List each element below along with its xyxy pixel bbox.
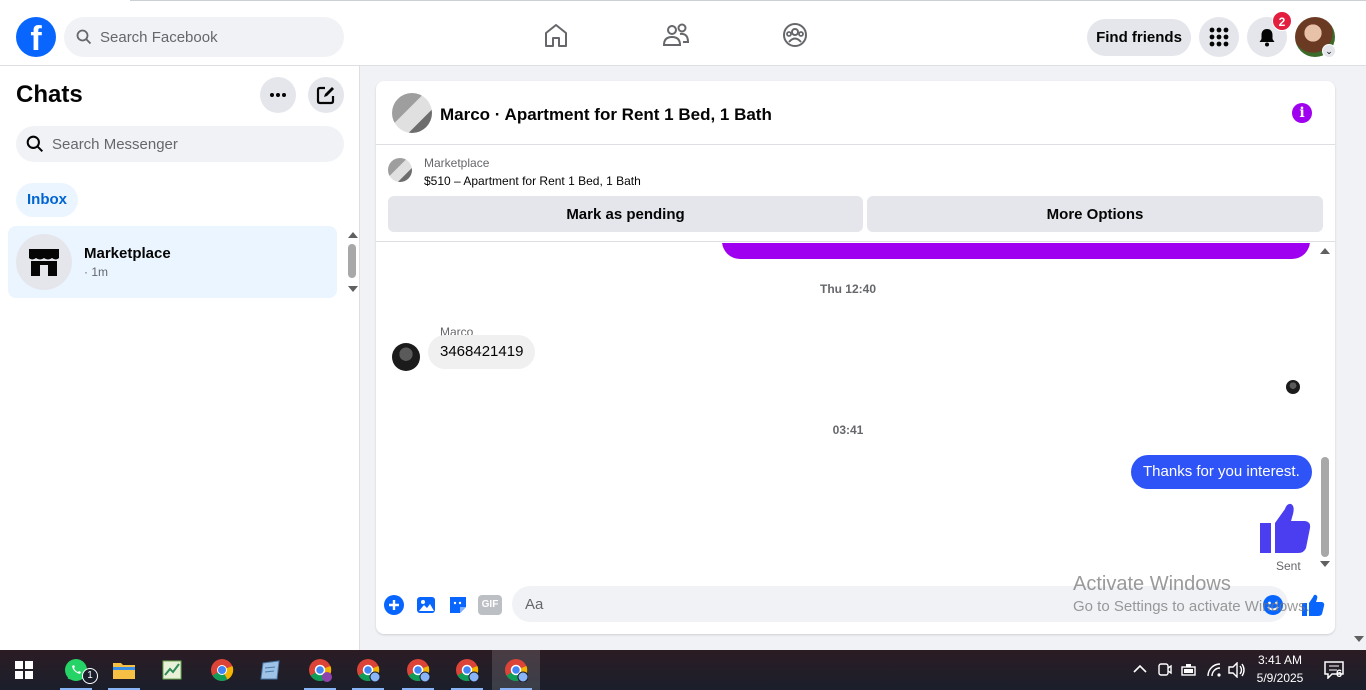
chrome-icon bbox=[407, 659, 430, 682]
home-icon[interactable] bbox=[541, 20, 571, 50]
whatsapp-unread-badge: 1 bbox=[82, 668, 98, 684]
chevron-down-icon[interactable]: ⌄ bbox=[1322, 44, 1336, 58]
messages-scrollbar[interactable] bbox=[1318, 243, 1332, 578]
activate-windows-watermark: Activate Windows Go to Settings to activ… bbox=[1073, 573, 1310, 615]
page-scrollbar[interactable] bbox=[1352, 66, 1366, 650]
find-friends-button[interactable]: Find friends bbox=[1087, 19, 1191, 56]
notes-icon bbox=[260, 660, 280, 680]
chrome-icon bbox=[456, 659, 479, 682]
taskbar-chrome[interactable] bbox=[198, 650, 246, 690]
scroll-down-arrow-icon[interactable] bbox=[1320, 561, 1330, 567]
listing-title[interactable]: $510 – Apartment for Rent 1 Bed, 1 Bath bbox=[424, 174, 641, 188]
groups-icon[interactable] bbox=[780, 20, 810, 50]
inbox-tab[interactable]: Inbox bbox=[16, 183, 78, 217]
chat-name: Marketplace bbox=[84, 245, 171, 262]
messenger-search-box[interactable] bbox=[16, 126, 344, 162]
chats-title: Chats bbox=[16, 81, 83, 108]
facebook-search-box[interactable] bbox=[64, 17, 344, 57]
chat-list-item[interactable]: Marketplace · 1m bbox=[8, 226, 337, 298]
scroll-up-arrow-icon[interactable] bbox=[1320, 248, 1330, 254]
friends-icon[interactable] bbox=[661, 20, 691, 50]
read-receipt-avatar bbox=[1286, 380, 1300, 394]
scroll-thumb[interactable] bbox=[1321, 457, 1329, 557]
photo-icon[interactable] bbox=[414, 593, 438, 617]
message-timestamp: Thu 12:40 bbox=[819, 282, 876, 296]
facebook-logo-icon[interactable]: f bbox=[16, 17, 56, 57]
notification-center-count: 6 bbox=[1336, 668, 1343, 680]
marketplace-label: Marketplace bbox=[424, 156, 490, 170]
battery-icon[interactable] bbox=[1181, 663, 1197, 677]
listing-avatar[interactable] bbox=[392, 93, 432, 133]
conversation-header: Marco · Apartment for Rent 1 Bed, 1 Bath… bbox=[376, 81, 1335, 145]
chat-time: · 1m bbox=[84, 265, 108, 279]
chrome-icon bbox=[505, 659, 528, 682]
conversation-panel: Marco · Apartment for Rent 1 Bed, 1 Bath… bbox=[376, 81, 1335, 634]
taskbar-chrome-profile-4[interactable] bbox=[443, 650, 491, 690]
message-thread: scheduling Thu 12:40 Marco 3468421419 03… bbox=[376, 243, 1335, 578]
scroll-thumb[interactable] bbox=[348, 244, 356, 278]
grid-menu-icon bbox=[1209, 27, 1229, 47]
notification-count-badge: 2 bbox=[1272, 11, 1292, 31]
outgoing-message-bubble[interactable]: Thanks for you interest. bbox=[1131, 455, 1312, 489]
wifi-icon[interactable] bbox=[1206, 662, 1222, 678]
sent-status: Sent bbox=[1276, 559, 1301, 573]
chats-panel: Chats Inbox Marketplace · 1m bbox=[0, 66, 360, 650]
scroll-down-arrow-icon[interactable] bbox=[348, 286, 358, 292]
taskbar-chrome-profile-3[interactable] bbox=[394, 650, 442, 690]
watermark-title: Activate Windows bbox=[1073, 573, 1231, 595]
storefront-icon bbox=[29, 249, 59, 276]
windows-taskbar: 1 3:41 AM 5/9/2025 bbox=[0, 650, 1366, 690]
messenger-search-input[interactable] bbox=[52, 135, 322, 153]
taskbar-whatsapp[interactable]: 1 bbox=[52, 650, 100, 690]
taskbar-chrome-profile-2[interactable] bbox=[344, 650, 392, 690]
compose-icon bbox=[316, 86, 335, 105]
meet-now-icon[interactable] bbox=[1158, 662, 1172, 678]
taskbar-notes-app[interactable] bbox=[246, 650, 294, 690]
info-icon[interactable]: i bbox=[1292, 103, 1312, 123]
scroll-down-arrow-icon[interactable] bbox=[1354, 636, 1364, 642]
chrome-icon bbox=[357, 659, 380, 682]
top-navigation-bar: f Find friends 2 ⌄ bbox=[0, 0, 1366, 66]
outgoing-message-bubble[interactable]: scheduling bbox=[722, 243, 1310, 259]
bell-icon bbox=[1259, 29, 1275, 47]
more-options-button[interactable]: More Options bbox=[867, 196, 1323, 232]
chats-scrollbar[interactable] bbox=[346, 230, 358, 296]
chart-app-icon bbox=[162, 660, 182, 680]
folder-icon bbox=[113, 663, 135, 679]
scroll-up-arrow-icon[interactable] bbox=[348, 232, 358, 238]
chrome-icon bbox=[211, 659, 234, 681]
marketplace-avatar bbox=[16, 234, 72, 290]
sender-avatar[interactable] bbox=[392, 343, 420, 371]
window-edge-line bbox=[130, 0, 1366, 1]
volume-icon[interactable] bbox=[1228, 662, 1246, 678]
thumbs-up-icon[interactable] bbox=[1258, 501, 1312, 555]
incoming-message-bubble[interactable]: 3468421419 bbox=[428, 335, 536, 369]
windows-logo-icon bbox=[15, 661, 33, 679]
taskbar-chrome-active[interactable] bbox=[492, 650, 540, 690]
sticker-icon[interactable] bbox=[446, 593, 470, 617]
clock-time[interactable]: 3:41 AM bbox=[1252, 653, 1308, 667]
search-icon bbox=[26, 135, 44, 153]
conversation-title[interactable]: Marco · Apartment for Rent 1 Bed, 1 Bath bbox=[440, 105, 772, 125]
taskbar-task-manager[interactable] bbox=[148, 650, 196, 690]
taskbar-chrome-profile-m[interactable] bbox=[296, 650, 344, 690]
chrome-icon bbox=[309, 659, 332, 682]
watermark-subtitle: Go to Settings to activate Windows. bbox=[1073, 598, 1310, 615]
facebook-search-input[interactable] bbox=[100, 28, 320, 46]
chevron-up-icon[interactable] bbox=[1133, 664, 1147, 674]
start-button[interactable] bbox=[0, 650, 48, 690]
menu-button[interactable] bbox=[1199, 17, 1239, 57]
search-icon bbox=[76, 29, 92, 45]
gif-icon[interactable]: GIF bbox=[478, 595, 502, 615]
taskbar-file-explorer[interactable] bbox=[100, 650, 148, 690]
clock-date[interactable]: 5/9/2025 bbox=[1252, 671, 1308, 685]
listing-thumbnail[interactable] bbox=[388, 158, 412, 182]
new-message-button[interactable] bbox=[308, 77, 344, 113]
plus-circle-icon[interactable] bbox=[382, 593, 406, 617]
more-dots-icon bbox=[270, 93, 286, 97]
chats-options-button[interactable] bbox=[260, 77, 296, 113]
marketplace-listing-banner: Marketplace $510 – Apartment for Rent 1 … bbox=[376, 146, 1335, 242]
message-timestamp: 03:41 bbox=[832, 423, 864, 437]
mark-as-pending-button[interactable]: Mark as pending bbox=[388, 196, 863, 232]
